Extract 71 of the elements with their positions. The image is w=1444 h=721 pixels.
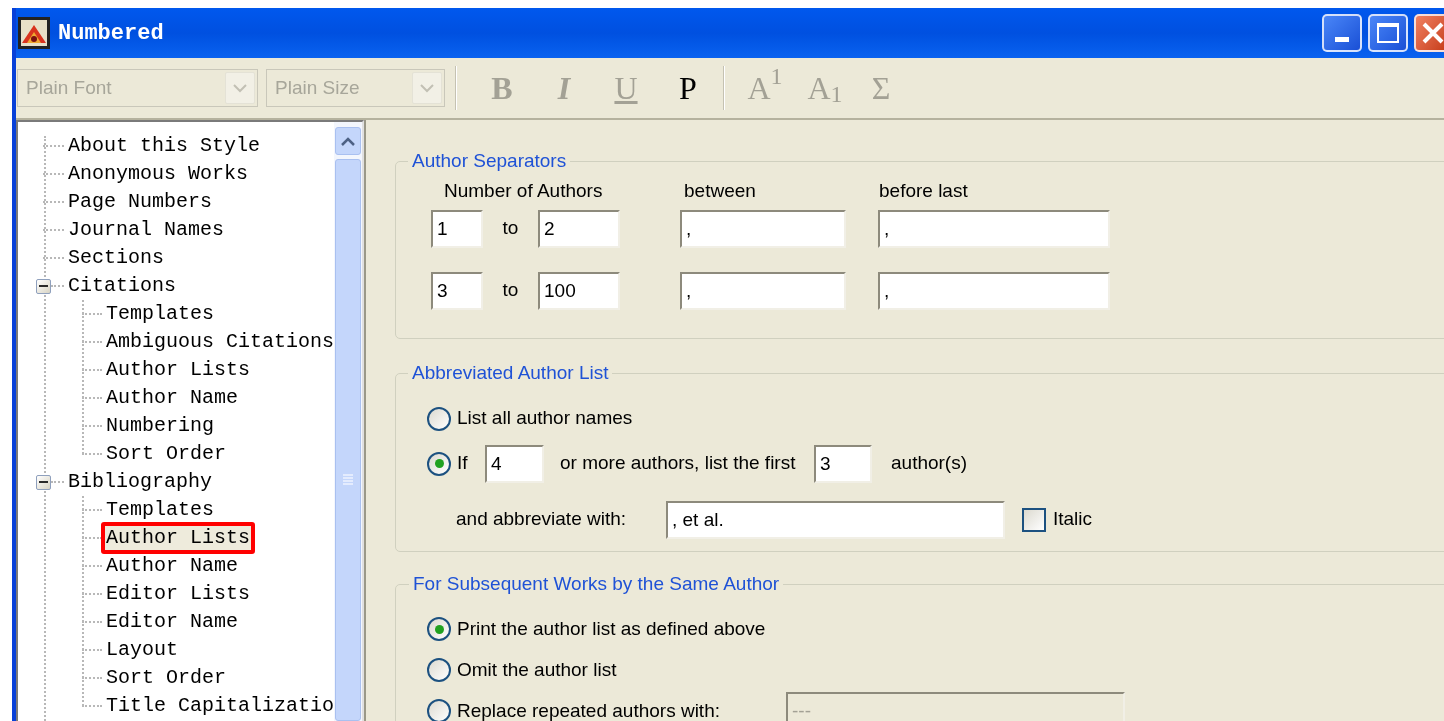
checkbox[interactable] <box>1022 507 1046 532</box>
option-text: or more authors, list the first <box>560 451 797 476</box>
column-label: Number of Authors <box>444 179 604 204</box>
tree-item[interactable]: Citations <box>67 273 178 299</box>
column-label: before last <box>879 179 968 204</box>
radio-label: Print the author list as defined above <box>457 616 766 641</box>
tree-item[interactable]: Editor Lists <box>105 581 252 607</box>
tree-item[interactable]: Templates <box>105 301 216 327</box>
maximize-icon <box>1377 23 1399 43</box>
input-field[interactable]: 3 <box>814 444 872 483</box>
close-button[interactable] <box>1414 14 1444 52</box>
input-field[interactable]: 3 <box>431 271 483 310</box>
combo-value: Plain Size <box>274 75 361 100</box>
tree-item[interactable]: Sections <box>67 245 165 271</box>
group-title: For Subsequent Works by the Same Author <box>412 572 781 596</box>
radio-button[interactable] <box>427 451 451 476</box>
input-field[interactable]: , <box>878 271 1110 310</box>
tree-item[interactable]: About this Style <box>67 133 262 159</box>
checkbox-label: Italic <box>1053 507 1093 532</box>
option-text: author(s) <box>891 451 968 476</box>
grip-icon <box>342 473 354 487</box>
field-label: and abbreviate with: <box>456 507 628 532</box>
column-label: between <box>684 179 757 204</box>
input-field[interactable]: , et al. <box>666 500 1005 539</box>
to-label: to <box>502 216 519 241</box>
radio-label: If <box>457 451 469 476</box>
minimize-icon <box>1335 37 1349 42</box>
radio-label: Omit the author list <box>457 657 617 682</box>
radio-button[interactable] <box>427 658 451 682</box>
tree-item[interactable]: Page Numbers <box>67 189 214 215</box>
tree-item[interactable]: Bibliography <box>67 469 214 495</box>
tree-item[interactable]: Journal Names <box>67 217 226 243</box>
tree-item[interactable]: Sort Order <box>105 665 228 691</box>
maximize-button[interactable] <box>1368 14 1408 52</box>
collapse-icon[interactable] <box>36 474 51 490</box>
app-icon <box>18 17 50 49</box>
tree-item[interactable]: Author Name <box>105 553 240 579</box>
tree-item[interactable]: Author Lists <box>105 525 252 551</box>
input-field[interactable]: , <box>680 271 846 310</box>
radio-label: List all author names <box>457 406 633 431</box>
group-title: Abbreviated Author List <box>411 361 610 385</box>
tree-item[interactable]: Editor Name <box>105 609 240 635</box>
chevron-down-icon <box>233 83 247 93</box>
plain-button[interactable]: P <box>657 66 719 110</box>
group-title: Author Separators <box>411 149 568 173</box>
chevron-down-icon <box>420 83 434 93</box>
radio-button[interactable] <box>427 406 451 431</box>
input-field[interactable]: 2 <box>538 209 620 248</box>
tree-item[interactable]: Author Name <box>105 385 240 411</box>
input-field[interactable]: 1 <box>431 209 483 248</box>
tree-item[interactable]: Sort Order <box>105 441 228 467</box>
tree-item[interactable]: Title Capitalizatio <box>105 693 334 719</box>
input-field[interactable]: , <box>878 209 1110 248</box>
combo-value: Plain Font <box>25 75 113 100</box>
close-icon <box>1422 22 1444 44</box>
window-title: Numbered <box>58 19 164 48</box>
radio-label: Replace repeated authors with: <box>457 698 721 721</box>
collapse-icon[interactable] <box>36 278 51 294</box>
tree-item[interactable]: Ambiguous Citations <box>105 329 334 355</box>
input-field[interactable]: 4 <box>485 444 544 483</box>
tree-item[interactable]: Layout <box>105 637 179 663</box>
tree-item[interactable]: Numbering <box>105 413 216 439</box>
tree-item[interactable]: Anonymous Works <box>67 161 250 187</box>
tree-item[interactable]: Author Lists <box>105 357 252 383</box>
input-field[interactable]: 100 <box>538 271 620 310</box>
scroll-up-button[interactable] <box>335 127 361 155</box>
radio-button[interactable] <box>427 617 451 641</box>
minimize-button[interactable] <box>1322 14 1362 52</box>
input-field[interactable]: , <box>680 209 846 248</box>
tree-item[interactable]: Templates <box>105 497 216 523</box>
to-label: to <box>502 278 519 303</box>
